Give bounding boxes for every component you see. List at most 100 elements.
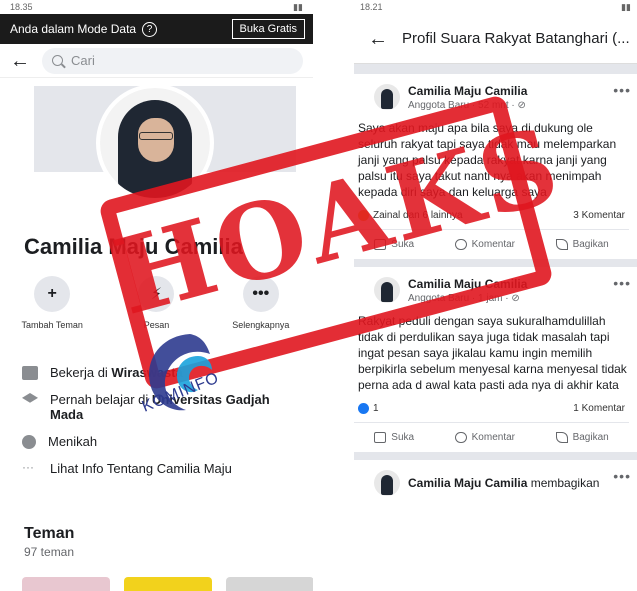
comment-label: Komentar (471, 239, 515, 250)
comment-button[interactable]: Komentar (454, 239, 515, 250)
reaction-icon (358, 210, 369, 221)
status-bar: 18.21 ▮▮ (354, 0, 637, 14)
back-arrow-icon[interactable]: ← (10, 51, 30, 71)
info-work-prefix: Bekerja di (50, 365, 112, 380)
more-button[interactable]: ••• Selengkapnya (216, 276, 306, 330)
post-2: Camilia Maju Camilia Anggota Baru · 1 ja… (354, 267, 637, 452)
post-author[interactable]: Camilia Maju Camilia (408, 277, 527, 291)
search-bar: ← Cari (0, 44, 313, 78)
like-button[interactable]: Suka (374, 239, 414, 250)
post-action-text: membagikan (527, 476, 600, 490)
battery-icon: ▮▮ (621, 1, 631, 12)
comment-icon (454, 239, 467, 250)
friend-thumb[interactable] (226, 577, 313, 591)
post-text: Saya akan maju apa bila saya di dukung o… (358, 121, 617, 199)
message-button[interactable]: ⚡ Pesan (111, 276, 201, 330)
message-label: Pesan (143, 320, 170, 330)
info-see-more-text: Lihat Info Tentang Camilia Maju (50, 461, 232, 476)
left-profile-screen: 18.35 ▮▮ Anda dalam Mode Data ? Buka Gra… (0, 0, 313, 591)
info-education[interactable]: Pernah belajar di Universitas Gadjah Mad… (22, 392, 302, 422)
education-icon (22, 393, 38, 403)
comment-count[interactable]: 1 Komentar (573, 403, 625, 414)
info-education-prefix: Pernah belajar di (50, 392, 152, 407)
post-3: Camilia Maju Camilia membagikan ••• (354, 460, 637, 500)
search-input[interactable]: Cari (42, 47, 303, 74)
post-author[interactable]: Camilia Maju Camilia (408, 84, 527, 98)
status-time: 18.35 (10, 2, 33, 12)
avatar[interactable] (374, 84, 400, 110)
data-mode-text: Anda dalam Mode Data (10, 22, 137, 36)
reactions[interactable]: 1 (358, 403, 379, 414)
search-icon (52, 55, 63, 66)
comment-button[interactable]: Komentar (454, 432, 515, 443)
help-icon[interactable]: ? (142, 21, 158, 37)
reactions-text: Zainal dan 6 lainnya (373, 210, 463, 221)
share-button[interactable]: Bagikan (555, 239, 609, 250)
like-label: Suka (391, 239, 415, 250)
post-text: Rakyat peduli dengan saya sukuralhamduli… (358, 314, 627, 392)
battery-icon: ▮▮ (293, 1, 303, 12)
add-friend-button[interactable]: + Tambah Teman (7, 276, 97, 330)
info-relationship-text: Menikah (48, 434, 98, 449)
friends-section: Teman 97 teman (24, 525, 74, 559)
more-options-icon[interactable]: ••• (613, 468, 631, 484)
profile-actions: + Tambah Teman ⚡ Pesan ••• Selengkapnya (0, 276, 313, 330)
friend-thumbnails (22, 577, 313, 591)
divider (354, 64, 637, 74)
data-mode-banner: Anda dalam Mode Data ? Buka Gratis (0, 14, 313, 44)
more-options-icon[interactable]: ••• (613, 82, 631, 98)
thumb-up-icon (374, 239, 387, 250)
divider (354, 259, 637, 267)
info-work-value: Wiraswasta (111, 365, 183, 380)
like-button[interactable]: Suka (374, 432, 414, 443)
messenger-icon: ⚡ (138, 276, 175, 312)
comment-count[interactable]: 3 Komentar (573, 210, 625, 221)
share-label: Bagikan (572, 239, 609, 250)
more-label: Selengkapnya (232, 320, 290, 330)
heart-icon (22, 435, 36, 449)
work-icon (22, 366, 38, 380)
free-mode-button[interactable]: Buka Gratis (231, 19, 305, 39)
status-bar: 18.35 ▮▮ (0, 0, 313, 14)
like-reaction-icon (358, 403, 369, 414)
post-meta: Anggota Baru · 52 mnt · ⊘ (408, 99, 526, 111)
more-icon: ••• (242, 276, 279, 312)
info-work[interactable]: Bekerja di Wiraswasta (22, 365, 302, 380)
status-time: 18.21 (360, 2, 383, 12)
post-actions: Suka Komentar Bagikan (354, 422, 629, 452)
post-actions: Suka Komentar Bagikan (354, 229, 629, 259)
avatar[interactable] (374, 277, 400, 303)
avatar[interactable] (374, 470, 400, 496)
info-relationship[interactable]: Menikah (22, 434, 302, 449)
more-dots-icon: ··· (22, 460, 34, 474)
more-options-icon[interactable]: ••• (613, 275, 631, 291)
comment-icon (454, 432, 467, 443)
post-author[interactable]: Camilia Maju Camilia (408, 476, 527, 490)
profile-info-list: Bekerja di Wiraswasta Pernah belajar di … (22, 365, 302, 488)
friend-thumb[interactable] (124, 577, 212, 591)
post-1: Camilia Maju Camilia Anggota Baru · 52 m… (354, 74, 637, 259)
divider (354, 452, 637, 460)
share-label: Bagikan (572, 432, 609, 443)
back-arrow-icon[interactable]: ← (368, 29, 388, 49)
right-group-screen: 18.21 ▮▮ ← Profil Suara Rakyat Batanghar… (354, 0, 637, 591)
reactions[interactable]: Zainal dan 6 lainnya (358, 210, 463, 221)
share-button[interactable]: Bagikan (555, 432, 609, 443)
friends-count: 97 teman (24, 545, 75, 559)
group-title: Profil Suara Rakyat Batanghari (... (402, 30, 630, 47)
add-friend-icon: + (34, 276, 71, 312)
post-meta: Anggota Baru · 1 jam · ⊘ (408, 292, 520, 304)
friend-thumb[interactable] (22, 577, 110, 591)
info-see-more[interactable]: ··· Lihat Info Tentang Camilia Maju (22, 461, 302, 476)
search-placeholder: Cari (71, 53, 95, 68)
share-icon (555, 239, 568, 250)
friends-title: Teman (24, 525, 75, 542)
thumb-up-icon (374, 432, 387, 443)
share-icon (555, 432, 568, 443)
add-friend-label: Tambah Teman (21, 320, 83, 330)
profile-name: Camilia Maju Camilia (24, 234, 243, 259)
profile-avatar[interactable] (96, 84, 214, 202)
group-header: ← Profil Suara Rakyat Batanghari (... (354, 14, 637, 64)
like-label: Suka (391, 432, 415, 443)
comment-label: Komentar (471, 432, 515, 443)
